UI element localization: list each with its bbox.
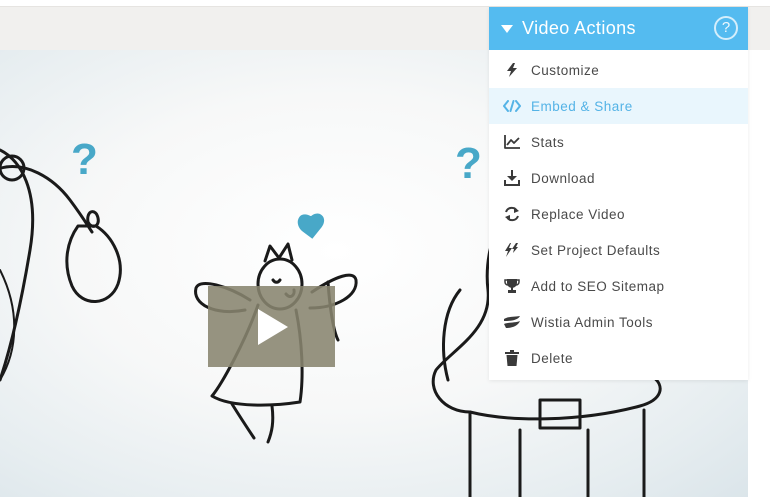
wistia-icon: [503, 313, 521, 331]
menu-item-set-project-defaults[interactable]: Set Project Defaults: [489, 232, 748, 268]
menu-item-add-to-seo-sitemap[interactable]: Add to SEO Sitemap: [489, 268, 748, 304]
right-gutter: [748, 50, 770, 497]
menu-item-stats[interactable]: Stats: [489, 124, 748, 160]
menu-item-label: Embed & Share: [531, 98, 633, 114]
menu-item-label: Add to SEO Sitemap: [531, 278, 665, 294]
help-icon[interactable]: ?: [714, 16, 738, 40]
trophy-icon: [503, 277, 521, 295]
chart-icon: [503, 133, 521, 151]
code-icon: [503, 97, 521, 115]
menu-item-label: Replace Video: [531, 206, 626, 222]
download-icon: [503, 169, 521, 187]
menu-item-customize[interactable]: Customize: [489, 52, 748, 88]
double-lightning-icon: [503, 241, 521, 259]
question-mark-annotation-right: ?: [455, 139, 482, 188]
menu-item-delete[interactable]: Delete: [489, 340, 748, 376]
question-mark-annotation-left: ?: [71, 135, 98, 184]
menu-item-label: Wistia Admin Tools: [531, 314, 654, 330]
refresh-icon: [503, 205, 521, 223]
video-actions-header[interactable]: Video Actions ?: [489, 7, 748, 50]
menu-item-label: Customize: [531, 62, 600, 78]
menu-item-wistia-admin-tools[interactable]: Wistia Admin Tools: [489, 304, 748, 340]
play-button[interactable]: [208, 286, 335, 367]
menu-item-label: Delete: [531, 350, 574, 366]
menu-item-label: Stats: [531, 134, 565, 150]
lightning-icon: [503, 61, 521, 79]
menu-item-download[interactable]: Download: [489, 160, 748, 196]
trash-icon: [503, 349, 521, 367]
menu-list: Customize Embed & Share Stats Download R…: [489, 50, 748, 380]
video-actions-menu: Video Actions ? Customize Embed & Share …: [489, 7, 748, 380]
menu-item-embed-share[interactable]: Embed & Share: [489, 88, 748, 124]
menu-item-label: Set Project Defaults: [531, 242, 661, 258]
menu-item-replace-video[interactable]: Replace Video: [489, 196, 748, 232]
caret-down-icon: [501, 25, 513, 33]
menu-item-label: Download: [531, 170, 596, 186]
menu-title: Video Actions: [522, 18, 636, 38]
play-icon: [258, 309, 288, 345]
